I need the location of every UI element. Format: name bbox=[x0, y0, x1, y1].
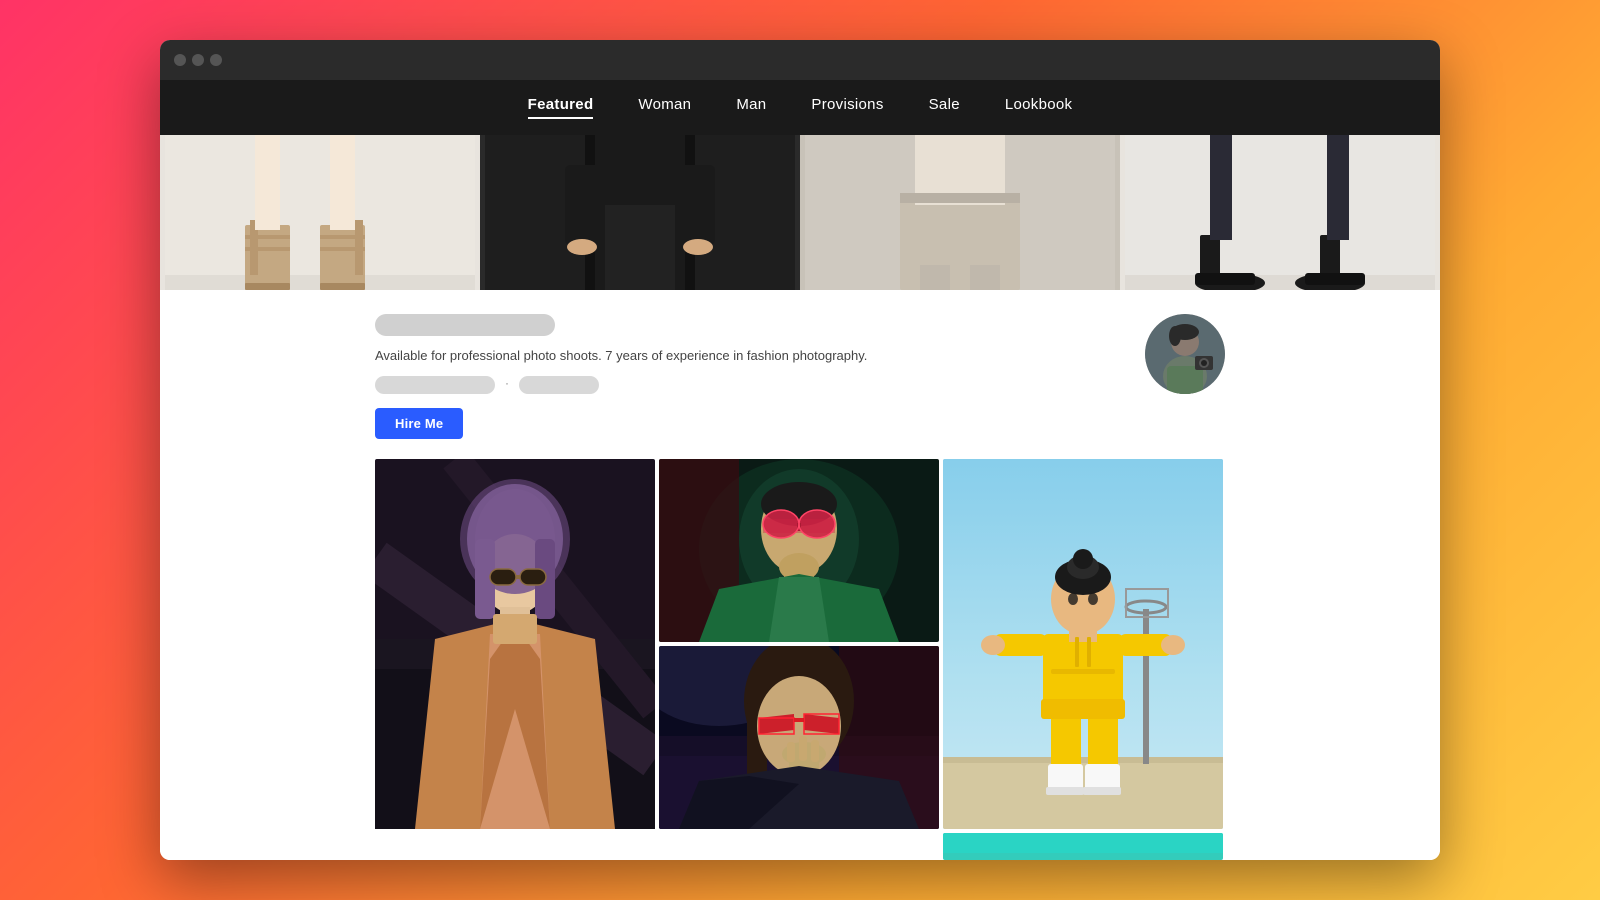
browser-window: Featured Woman Man Provisions Sale Lookb… bbox=[160, 40, 1440, 860]
hero-image-2-svg bbox=[480, 135, 800, 290]
profile-tag-1 bbox=[375, 376, 495, 394]
close-button-icon[interactable] bbox=[174, 54, 186, 66]
nav-items: Featured Woman Man Provisions Sale Lookb… bbox=[528, 96, 1073, 119]
photo-purple-coat[interactable] bbox=[375, 459, 655, 861]
nav-bar: Featured Woman Man Provisions Sale Lookb… bbox=[160, 80, 1440, 135]
photo-column-1 bbox=[375, 459, 655, 861]
traffic-lights bbox=[174, 54, 222, 66]
profile-bio: Available for professional photo shoots.… bbox=[375, 346, 1125, 366]
teal-bar-svg bbox=[943, 833, 1223, 853]
nav-item-provisions[interactable]: Provisions bbox=[811, 96, 883, 119]
hire-me-button[interactable]: Hire Me bbox=[375, 408, 463, 439]
photo-yellow-outfit[interactable] bbox=[943, 459, 1223, 829]
photo-grid bbox=[375, 459, 1225, 861]
profile-section: Available for professional photo shoots.… bbox=[375, 290, 1225, 459]
photo-column-3 bbox=[943, 459, 1223, 861]
nav-item-man[interactable]: Man bbox=[736, 96, 766, 119]
profile-left: Available for professional photo shoots.… bbox=[375, 314, 1125, 439]
profile-name-placeholder bbox=[375, 314, 555, 336]
hero-panel-black-outfit bbox=[480, 135, 800, 290]
tag-separator: · bbox=[505, 376, 509, 394]
hero-strip bbox=[160, 135, 1440, 290]
nav-item-featured[interactable]: Featured bbox=[528, 96, 594, 119]
nav-item-sale[interactable]: Sale bbox=[929, 96, 960, 119]
profile-avatar bbox=[1145, 314, 1225, 394]
avatar-image bbox=[1145, 314, 1225, 394]
photo-4-svg bbox=[943, 459, 1223, 829]
minimize-button-icon[interactable] bbox=[192, 54, 204, 66]
photo-2-svg bbox=[659, 459, 939, 642]
photo-teal-accent bbox=[943, 833, 1223, 861]
nav-item-lookbook[interactable]: Lookbook bbox=[1005, 96, 1072, 119]
hero-panel-shoes bbox=[160, 135, 480, 290]
maximize-button-icon[interactable] bbox=[210, 54, 222, 66]
profile-tags: · bbox=[375, 376, 1125, 394]
photo-1-svg bbox=[375, 459, 655, 829]
hero-panel-beige-outfit bbox=[800, 135, 1120, 290]
hero-image-3-svg bbox=[800, 135, 1120, 290]
hero-panel-dark-shoes bbox=[1120, 135, 1440, 290]
profile-tag-2 bbox=[519, 376, 599, 394]
browser-chrome bbox=[160, 40, 1440, 80]
photo-red-sunglasses[interactable] bbox=[659, 646, 939, 829]
hero-image-1-svg bbox=[160, 135, 480, 290]
photo-3-svg bbox=[659, 646, 939, 829]
photo-green-man[interactable] bbox=[659, 459, 939, 642]
photo-column-2 bbox=[659, 459, 939, 861]
hero-image-4-svg bbox=[1120, 135, 1440, 290]
site-content: Featured Woman Man Provisions Sale Lookb… bbox=[160, 80, 1440, 860]
nav-item-woman[interactable]: Woman bbox=[638, 96, 691, 119]
